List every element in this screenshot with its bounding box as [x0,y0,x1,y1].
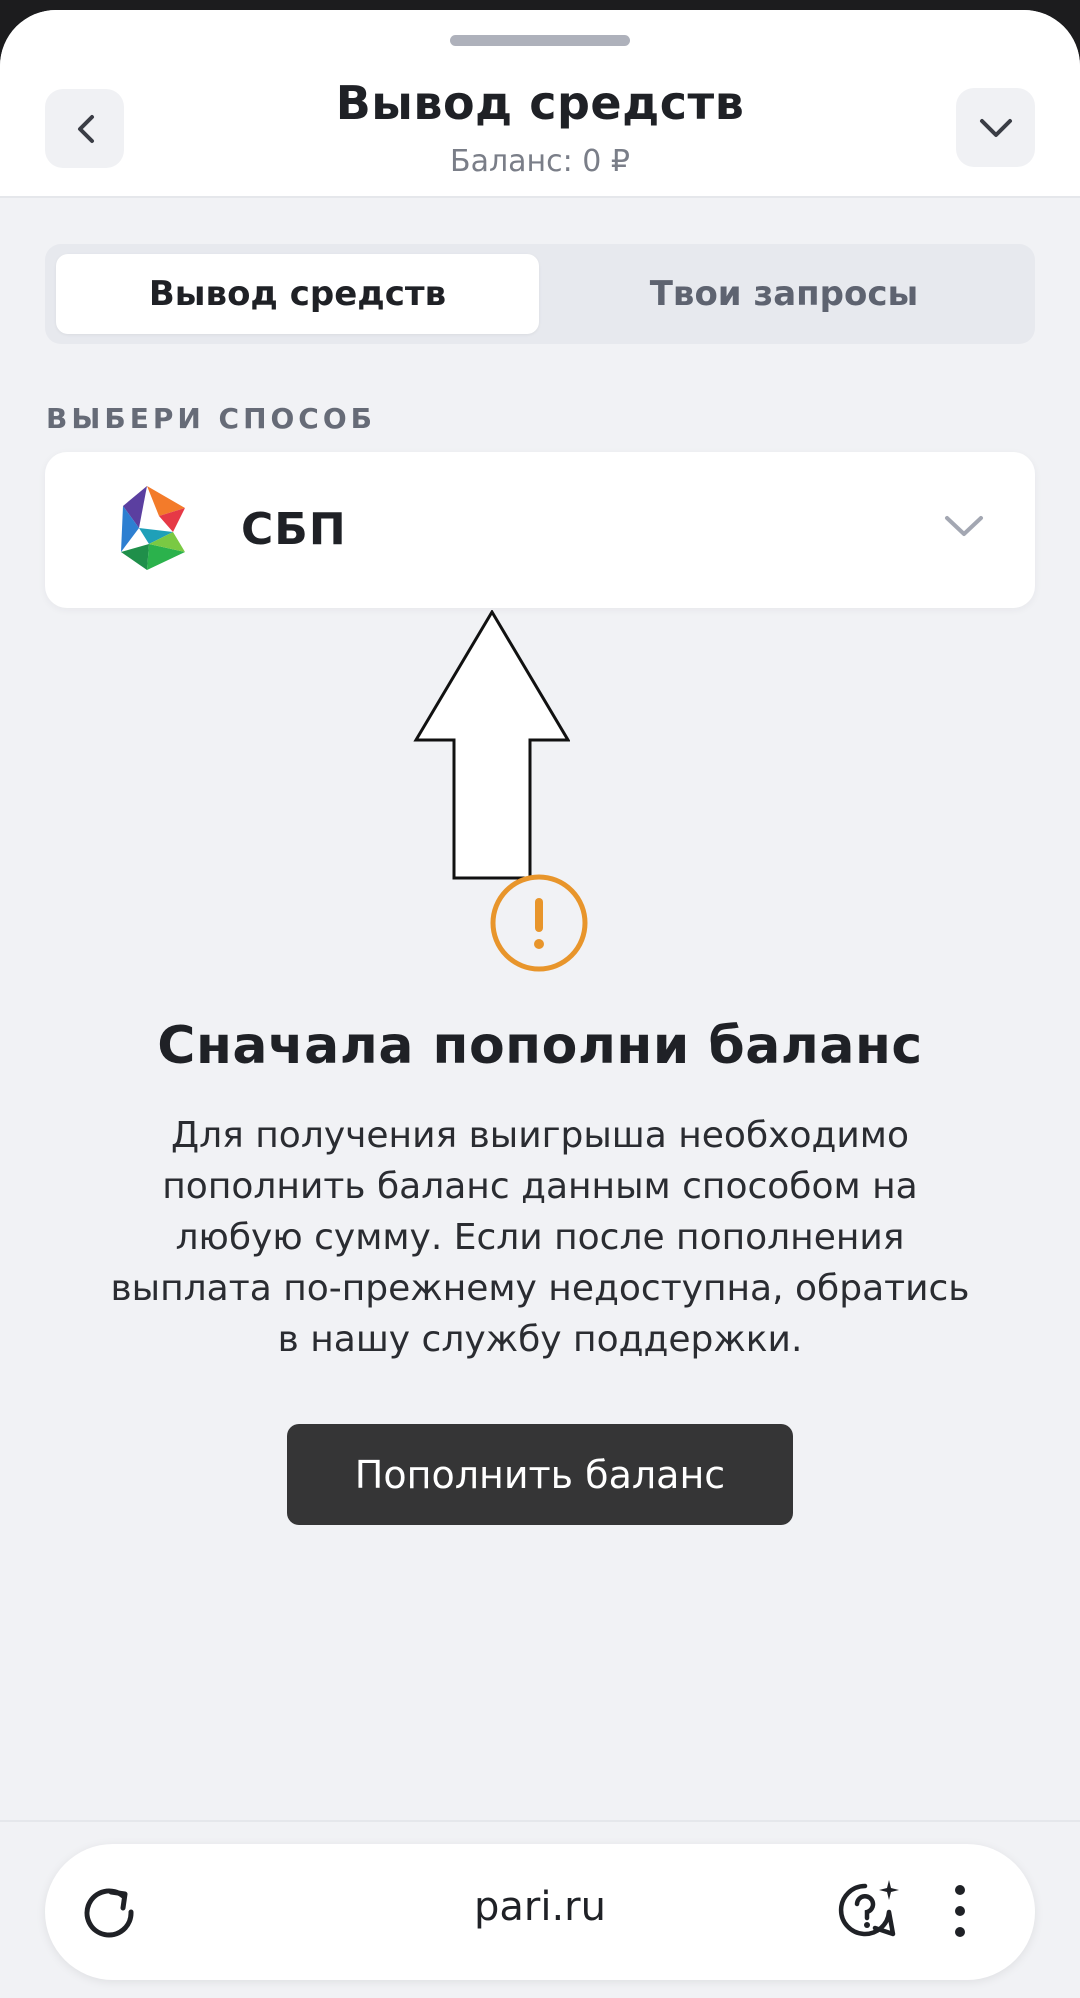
sheet-header: Вывод средств Баланс: 0 ₽ [0,10,1080,198]
top-up-balance-button[interactable]: Пополнить баланс [287,1424,793,1525]
empty-state-title: Сначала пополни баланс [157,1016,923,1076]
annotation-arrow-icon [413,610,570,880]
tab-requests[interactable]: Твои запросы [539,254,1029,334]
chevron-down-icon [945,516,983,536]
tab-withdrawal[interactable]: Вывод средств [56,254,539,334]
divider [0,1820,1080,1822]
payment-method-name: СБП [241,504,347,555]
support-chat-icon[interactable] [835,1878,901,1944]
more-menu-icon[interactable] [945,1878,975,1944]
payment-method-select[interactable]: СБП [45,452,1035,608]
warning-icon [490,874,588,972]
balance-text: Баланс: 0 ₽ [450,144,630,179]
collapse-button[interactable] [956,88,1035,167]
withdrawal-sheet: Вывод средств Баланс: 0 ₽ Вывод средств … [0,10,1080,1998]
page-title: Вывод средств [335,76,745,130]
browser-bar: pari.ru [45,1844,1035,1980]
sbp-logo-icon [121,486,185,570]
section-label: ВЫБЕРИ СПОСОБ [46,402,377,435]
drag-handle[interactable] [450,35,630,46]
tab-switcher: Вывод средств Твои запросы [45,244,1035,344]
chevron-down-icon [979,118,1012,137]
empty-state-text: Для получения выигрыша необходимо пополн… [110,1115,970,1360]
